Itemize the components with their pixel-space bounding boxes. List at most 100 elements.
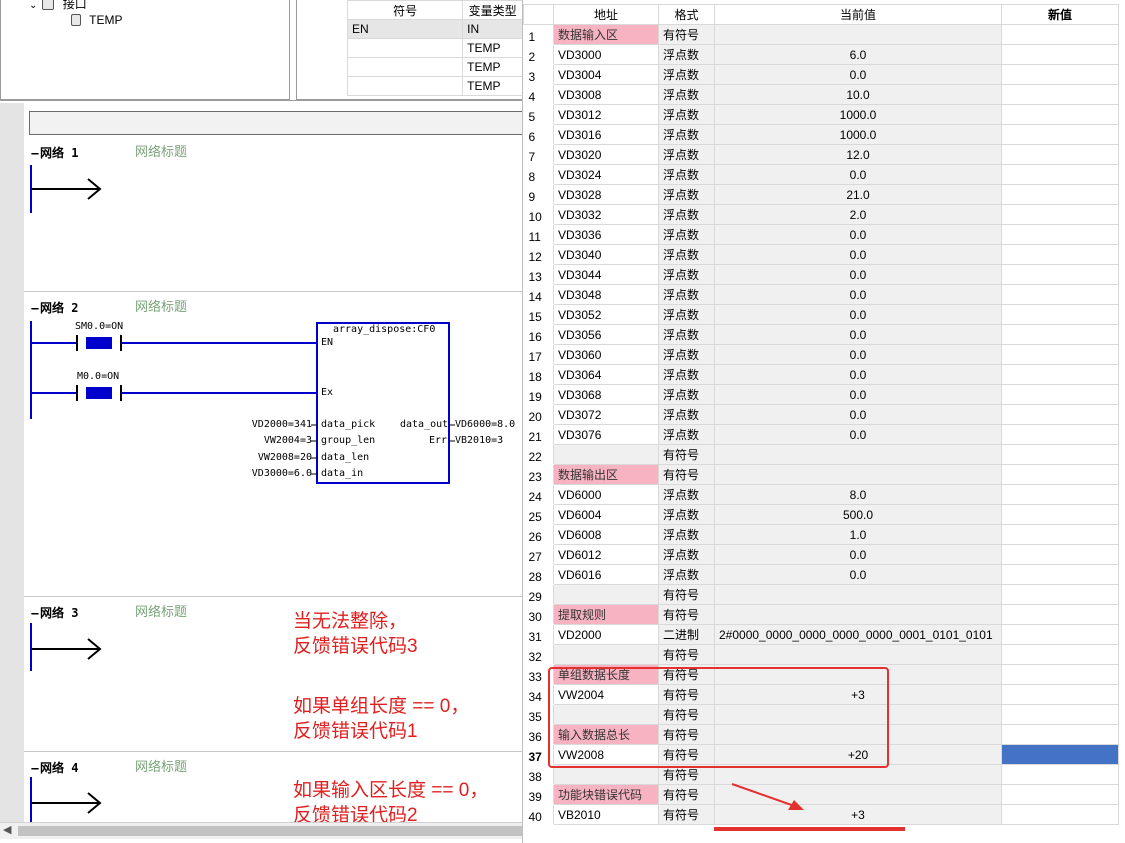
operand-data-len[interactable]: VW2008=20 [258,452,312,463]
address-cell[interactable]: VD3044 [553,264,659,285]
new-value-cell[interactable] [1001,364,1119,385]
format-cell[interactable]: 浮点数 [658,344,715,365]
status-chart-row[interactable]: 10 VD3032 浮点数 2.0 [523,204,1119,225]
network-3-title[interactable]: 网络标题 [135,601,187,620]
network-1-title[interactable]: 网络标题 [135,141,187,160]
format-cell[interactable]: 有符号 [658,704,715,725]
new-value-cell[interactable] [1001,564,1119,585]
address-cell[interactable]: VD3060 [553,344,659,365]
status-chart-row[interactable]: 33 单组数据长度 有符号 [523,664,1119,685]
format-cell[interactable]: 浮点数 [658,144,715,165]
table-row[interactable]: TEMP [346,76,523,96]
new-value-cell[interactable] [1001,404,1119,425]
network-2-diagram[interactable] [0,313,524,493]
col-header-symbol[interactable]: 符号 [346,0,464,20]
address-cell[interactable]: 功能块错误代码 [553,784,659,805]
format-cell[interactable]: 浮点数 [658,304,715,325]
operand-data-pick[interactable]: VD2000=341 [252,419,312,430]
format-cell[interactable]: 浮点数 [658,524,715,545]
new-value-cell[interactable] [1001,144,1119,165]
address-cell[interactable]: VD6004 [553,504,659,525]
address-cell[interactable] [553,644,659,665]
format-cell[interactable]: 有符号 [658,664,715,685]
address-cell[interactable]: VD3040 [553,244,659,265]
status-chart-row[interactable]: 30 提取规则 有符号 [523,604,1119,625]
address-cell[interactable]: VD3076 [553,424,659,445]
format-cell[interactable]: 浮点数 [658,404,715,425]
symbol-cell[interactable]: EN [346,19,464,39]
table-row[interactable]: TEMP [346,38,523,58]
format-cell[interactable]: 浮点数 [658,364,715,385]
type-cell[interactable]: TEMP [462,38,523,58]
col-header-current-value[interactable]: 当前值 [714,4,1002,25]
new-value-cell[interactable] [1001,44,1119,65]
col-header-new-value[interactable]: 新值 [1001,4,1119,25]
address-cell[interactable]: VW2004 [553,684,659,705]
status-chart-row[interactable]: 1 数据输入区 有符号 [523,24,1119,45]
table-row[interactable]: EN IN [346,19,523,39]
format-cell[interactable]: 有符号 [658,724,715,745]
status-chart-row[interactable]: 28 VD6016 浮点数 0.0 [523,564,1119,585]
status-chart-row[interactable]: 21 VD3076 浮点数 0.0 [523,424,1119,445]
address-cell[interactable]: VD3016 [553,124,659,145]
network-3-header[interactable]: –网络 3 [30,604,78,621]
address-cell[interactable]: VD3056 [553,324,659,345]
status-chart-row[interactable]: 17 VD3060 浮点数 0.0 [523,344,1119,365]
status-chart-row[interactable]: 25 VD6004 浮点数 500.0 [523,504,1119,525]
new-value-cell[interactable] [1001,524,1119,545]
format-cell[interactable]: 浮点数 [658,204,715,225]
new-value-cell[interactable] [1001,504,1119,525]
format-cell[interactable]: 有符号 [658,744,715,765]
format-cell[interactable]: 浮点数 [658,164,715,185]
new-value-cell[interactable] [1001,124,1119,145]
new-value-cell[interactable] [1001,604,1119,625]
status-chart-row[interactable]: 31 VD2000 二进制 2#0000_0000_0000_0000_0000_00… [523,624,1119,645]
type-cell[interactable]: TEMP [462,57,523,77]
address-cell[interactable]: 数据输出区 [553,464,659,485]
new-value-cell[interactable] [1001,104,1119,125]
address-cell[interactable]: VD3032 [553,204,659,225]
format-cell[interactable]: 浮点数 [658,564,715,585]
new-value-cell[interactable] [1001,264,1119,285]
format-cell[interactable]: 浮点数 [658,544,715,565]
status-chart-row[interactable]: 15 VD3052 浮点数 0.0 [523,304,1119,325]
status-chart-row[interactable]: 5 VD3012 浮点数 1000.0 [523,104,1119,125]
status-chart-row[interactable]: 7 VD3020 浮点数 12.0 [523,144,1119,165]
new-value-cell[interactable] [1001,724,1119,745]
collapse-icon[interactable]: – [30,146,40,160]
format-cell[interactable]: 浮点数 [658,84,715,105]
format-cell[interactable]: 有符号 [658,644,715,665]
col-header-address[interactable]: 地址 [553,4,659,25]
new-value-cell[interactable] [1001,704,1119,725]
address-cell[interactable]: VD3068 [553,384,659,405]
new-value-cell[interactable] [1001,384,1119,405]
new-value-cell[interactable] [1001,544,1119,565]
address-cell[interactable]: VD3004 [553,64,659,85]
new-value-cell[interactable] [1001,344,1119,365]
address-cell[interactable]: VD6012 [553,544,659,565]
collapse-icon[interactable]: – [30,761,40,775]
status-chart-row[interactable]: 3 VD3004 浮点数 0.0 [523,64,1119,85]
status-chart-row[interactable]: 29 有符号 [523,584,1119,605]
address-cell[interactable]: VD3028 [553,184,659,205]
status-chart-row[interactable]: 37 VW2008 有符号 +20 [523,744,1119,765]
symbol-cell[interactable] [346,57,464,77]
operand-data-in[interactable]: VD3000=6.0 [252,468,312,479]
address-cell[interactable]: VD3048 [553,284,659,305]
new-value-cell[interactable] [1001,764,1119,785]
address-cell[interactable]: VD3024 [553,164,659,185]
new-value-cell[interactable] [1001,664,1119,685]
format-cell[interactable]: 浮点数 [658,484,715,505]
status-chart-row[interactable]: 6 VD3016 浮点数 1000.0 [523,124,1119,145]
format-cell[interactable]: 浮点数 [658,384,715,405]
network-4-title[interactable]: 网络标题 [135,756,187,775]
address-cell[interactable] [553,444,659,465]
symbol-cell[interactable] [346,76,464,96]
address-cell[interactable]: VD3036 [553,224,659,245]
status-chart-row[interactable]: 13 VD3044 浮点数 0.0 [523,264,1119,285]
format-cell[interactable]: 浮点数 [658,124,715,145]
collapse-icon[interactable]: – [30,606,40,620]
status-chart-row[interactable]: 16 VD3056 浮点数 0.0 [523,324,1119,345]
tree-item-temp[interactable]: TEMP [71,13,122,27]
format-cell[interactable]: 浮点数 [658,424,715,445]
